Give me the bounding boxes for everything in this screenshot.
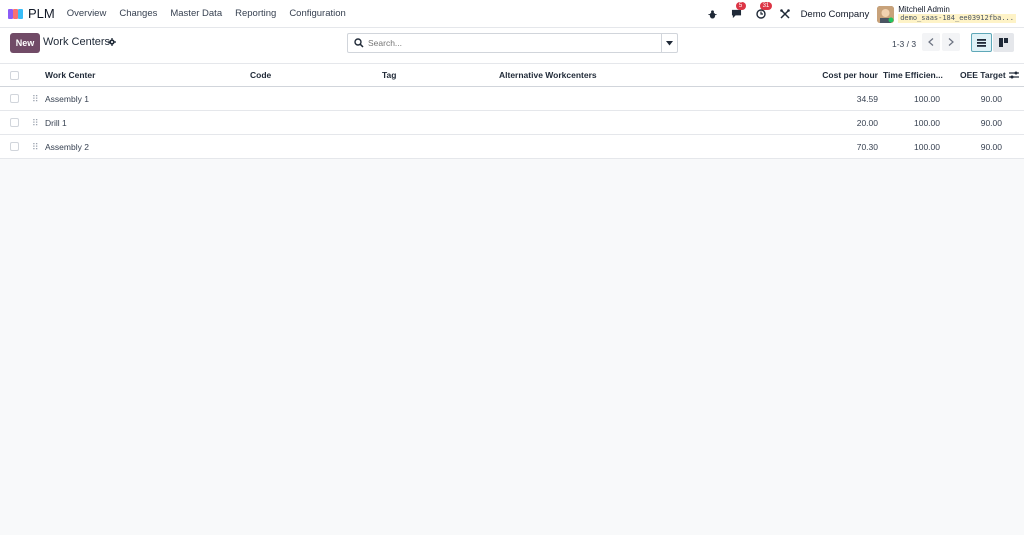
list-icon <box>977 38 986 47</box>
select-all-checkbox[interactable] <box>10 71 19 80</box>
table-header-row: Work Center Code Tag Alternative Workcen… <box>0 64 1024 87</box>
app-brand[interactable]: PLM <box>8 6 55 21</box>
column-header-alternative-workcenters[interactable]: Alternative Workcenters <box>499 64 597 86</box>
search-input[interactable] <box>368 38 661 48</box>
user-avatar[interactable] <box>877 5 895 23</box>
work-centers-table: Work Center Code Tag Alternative Workcen… <box>0 64 1024 159</box>
new-button[interactable]: New <box>10 33 40 53</box>
row-checkbox[interactable] <box>10 118 19 127</box>
kanban-view-button[interactable] <box>993 33 1014 52</box>
caret-down-icon <box>666 40 673 45</box>
chevron-left-icon <box>928 38 934 46</box>
cell-cost-per-hour: 70.30 <box>856 141 878 152</box>
clock-icon <box>755 9 766 19</box>
navbar-systray: 5 31 Demo Company Mitchell Admin demo_sa… <box>697 0 1016 28</box>
kanban-icon <box>999 38 1008 47</box>
bug-icon[interactable] <box>705 6 721 22</box>
menu-reporting[interactable]: Reporting <box>235 8 276 19</box>
page-title[interactable]: Work Centers <box>43 36 110 48</box>
menu-configuration[interactable]: Configuration <box>289 8 346 19</box>
search-options-toggle[interactable] <box>661 34 677 52</box>
menu-changes[interactable]: Changes <box>119 8 157 19</box>
column-header-oee-target[interactable]: OEE Target <box>960 64 1006 86</box>
menu-overview[interactable]: Overview <box>67 8 107 19</box>
row-checkbox[interactable] <box>10 94 19 103</box>
main-menu: Overview Changes Master Data Reporting C… <box>67 8 359 19</box>
menu-master-data[interactable]: Master Data <box>170 8 222 19</box>
user-menu[interactable]: Mitchell Admin demo_saas-184_ee03912fba.… <box>898 5 1016 23</box>
cell-time-efficiency: 100.00 <box>914 141 940 152</box>
cell-time-efficiency: 100.00 <box>914 93 940 104</box>
company-switcher[interactable]: Demo Company <box>801 9 870 20</box>
activities-badge: 31 <box>759 2 773 10</box>
cell-work-center: Drill 1 <box>45 117 67 128</box>
pager-next-button[interactable] <box>942 33 960 51</box>
messages-badge: 5 <box>735 2 746 10</box>
drag-handle-icon[interactable]: ⠿ <box>32 142 39 153</box>
plm-logo-icon <box>8 8 23 19</box>
drag-handle-icon[interactable]: ⠿ <box>32 94 39 105</box>
column-header-work-center[interactable]: Work Center <box>45 64 95 86</box>
cell-work-center: Assembly 2 <box>45 141 89 152</box>
gear-icon[interactable] <box>108 38 116 46</box>
app-name: PLM <box>28 6 55 21</box>
optional-columns-toggle[interactable] <box>1009 64 1019 86</box>
cell-cost-per-hour: 20.00 <box>856 117 878 128</box>
table-row[interactable]: ⠿ Drill 1 20.00 100.00 90.00 <box>0 111 1024 135</box>
search-icon <box>354 38 364 48</box>
user-name: Mitchell Admin <box>898 5 950 14</box>
table-row[interactable]: ⠿ Assembly 2 70.30 100.00 90.00 <box>0 135 1024 159</box>
column-header-cost-per-hour[interactable]: Cost per hour <box>820 64 878 86</box>
cell-oee-target: 90.00 <box>980 93 1002 104</box>
top-navbar: PLM Overview Changes Master Data Reporti… <box>0 0 1024 28</box>
cell-oee-target: 90.00 <box>980 141 1002 152</box>
row-checkbox[interactable] <box>10 142 19 151</box>
column-header-code[interactable]: Code <box>250 64 271 86</box>
sliders-icon <box>1009 71 1019 79</box>
drag-handle-icon[interactable]: ⠿ <box>32 118 39 129</box>
database-name: demo_saas-184_ee03912fba... <box>898 14 1016 23</box>
cell-cost-per-hour: 34.59 <box>856 93 878 104</box>
pager-value[interactable]: 1-3 / 3 <box>892 39 916 49</box>
cell-oee-target: 90.00 <box>980 117 1002 128</box>
activities-button[interactable]: 31 <box>753 2 773 22</box>
cell-work-center: Assembly 1 <box>45 93 89 104</box>
messages-button[interactable]: 5 <box>729 2 746 22</box>
chevron-right-icon <box>948 38 954 46</box>
chat-icon <box>732 9 742 19</box>
tools-icon[interactable] <box>777 6 793 22</box>
table-row[interactable]: ⠿ Assembly 1 34.59 100.00 90.00 <box>0 87 1024 111</box>
column-header-time-efficiency[interactable]: Time Efficien... <box>883 64 943 86</box>
cell-time-efficiency: 100.00 <box>914 117 940 128</box>
control-panel: New Work Centers 1-3 / 3 <box>0 28 1024 64</box>
column-header-tag[interactable]: Tag <box>382 64 396 86</box>
pager-previous-button[interactable] <box>922 33 940 51</box>
search-bar <box>347 33 678 53</box>
list-view-button[interactable] <box>971 33 992 52</box>
